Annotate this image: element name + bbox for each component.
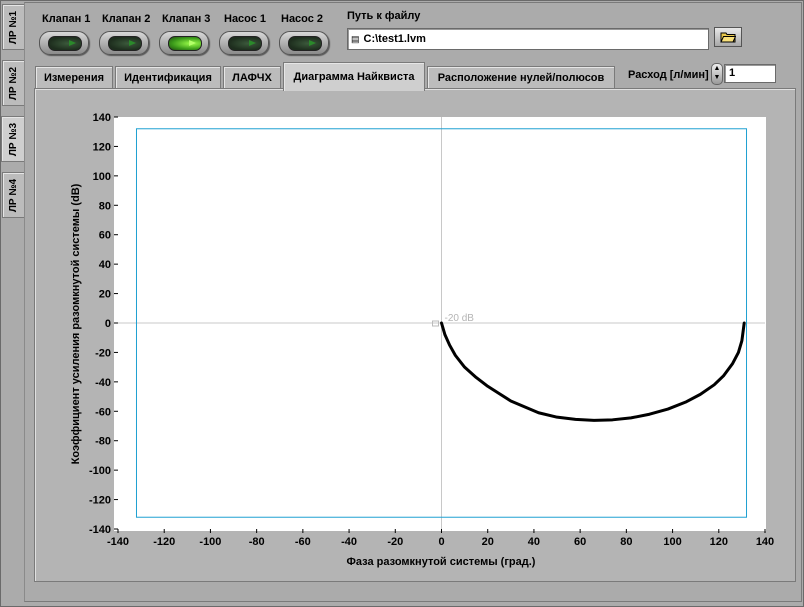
nyquist-chart: -140 -120 -100 -80 -60 -40 -20 0 20 40 60 80 100 120 1… <box>89 112 774 548</box>
x-axis-title: Фаза разомкнутой системы (град.) <box>346 556 536 568</box>
x-tick-label: 120 <box>710 536 728 548</box>
x-tick-label: 40 <box>528 536 540 548</box>
y-tick-label: -80 <box>95 436 111 448</box>
y-tick-label: 40 <box>99 259 111 271</box>
x-tick-label: -100 <box>199 536 221 548</box>
y-tick-label: -100 <box>89 465 111 477</box>
x-tick-label: 80 <box>620 536 632 548</box>
x-tick-label: 20 <box>482 536 494 548</box>
y-tick-label: 60 <box>99 230 111 242</box>
annotation-label: -20 dB <box>445 313 475 324</box>
x-tick-label: 60 <box>574 536 586 548</box>
y-axis-title: Коэффициент усиления разомкнутой системы… <box>70 183 82 465</box>
y-tick-label: -20 <box>95 347 111 359</box>
plot-area <box>114 117 766 531</box>
x-tick-label: -140 <box>107 536 129 548</box>
x-tick-label: 100 <box>663 536 681 548</box>
y-tick-label: 0 <box>105 318 111 330</box>
y-tick-label: 140 <box>93 112 111 124</box>
y-tick-label: 20 <box>99 289 111 301</box>
y-tick-label: 80 <box>99 200 111 212</box>
x-tick-label: -80 <box>249 536 265 548</box>
y-tick-label: -140 <box>89 524 111 536</box>
x-tick-label: 0 <box>438 536 444 548</box>
y-tick-label: -60 <box>95 406 111 418</box>
x-tick-label: -60 <box>295 536 311 548</box>
y-tick-label: 100 <box>93 171 111 183</box>
tab-nyquist-diagram[interactable]: Диаграмма Найквиста <box>283 62 425 91</box>
y-tick-label: 120 <box>93 141 111 153</box>
x-tick-label: -40 <box>341 536 357 548</box>
tab-label: Диаграмма Найквиста <box>293 71 415 83</box>
x-tick-label: -120 <box>153 536 175 548</box>
x-tick-label: -20 <box>387 536 403 548</box>
y-tick-label: -120 <box>89 495 111 507</box>
x-tick-label: 140 <box>756 536 774 548</box>
y-tick-label: -40 <box>95 377 111 389</box>
